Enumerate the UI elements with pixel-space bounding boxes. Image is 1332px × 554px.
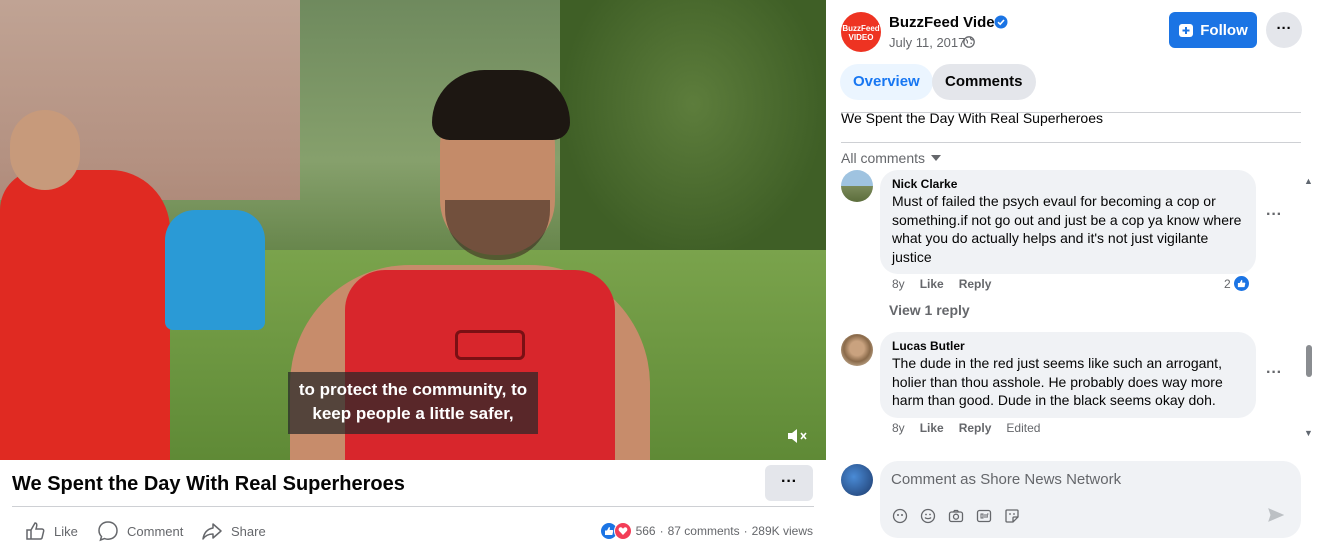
video-title: We Spent the Day With Real Superheroes xyxy=(12,473,405,495)
post-actions: Like Comment Share 566 · 87 comments · 2… xyxy=(0,514,826,548)
comments-list[interactable]: Nick Clarke Must of failed the psych eva… xyxy=(826,168,1332,440)
comment-age[interactable]: 8y xyxy=(892,277,905,291)
globe-icon xyxy=(963,36,975,48)
follow-icon xyxy=(1179,24,1194,37)
edited-label: Edited xyxy=(1006,421,1041,435)
comment-like-button[interactable]: Like xyxy=(920,421,944,435)
comment-author[interactable]: Nick Clarke xyxy=(892,177,1244,191)
more-options-button[interactable]: ··· xyxy=(765,465,813,501)
love-reaction-icon[interactable] xyxy=(613,522,632,540)
post-date[interactable]: July 11, 2017 · xyxy=(889,35,973,50)
scroll-up-arrow-icon[interactable]: ▲ xyxy=(1304,176,1313,186)
scroll-down-arrow-icon[interactable]: ▼ xyxy=(1304,428,1313,438)
share-button[interactable]: Share xyxy=(201,520,266,542)
comment-text: The dude in the red just seems like such… xyxy=(892,355,1223,408)
video-caption: to protect the community, to keep people… xyxy=(288,372,538,434)
view-replies-link[interactable]: View 1 reply xyxy=(889,302,970,318)
like-reaction-icon xyxy=(1232,275,1250,292)
scrollbar-thumb[interactable] xyxy=(1306,345,1312,377)
like-label: Like xyxy=(54,523,78,539)
video-title-row: We Spent the Day With Real Superheroes ·… xyxy=(0,460,826,508)
avatar-sticker-icon[interactable] xyxy=(891,507,909,525)
comment-text: Must of failed the psych evaul for becom… xyxy=(892,193,1242,265)
comment-reaction-count: 2 xyxy=(1224,276,1231,291)
follow-label: Follow xyxy=(1200,21,1248,39)
sticker-icon[interactable] xyxy=(1003,507,1021,525)
comment-label: Comment xyxy=(127,523,184,539)
caption-line-2: keep people a little safer, xyxy=(312,404,514,423)
divider xyxy=(12,506,814,507)
comment-reply-button[interactable]: Reply xyxy=(959,421,992,435)
background-trees xyxy=(560,0,826,260)
vest-logo xyxy=(455,330,525,360)
current-user-avatar[interactable] xyxy=(841,464,873,496)
follow-button[interactable]: Follow xyxy=(1169,12,1257,48)
caption-line-1: to protect the community, to xyxy=(298,380,528,399)
comment-options-button[interactable]: ··· xyxy=(1266,364,1282,382)
comment-age[interactable]: 8y xyxy=(892,421,905,435)
tab-overview[interactable]: Overview xyxy=(840,64,933,100)
comment-bubble: Nick Clarke Must of failed the psych eva… xyxy=(880,170,1256,274)
video-description: We Spent the Day With Real Superheroes xyxy=(841,110,1103,126)
post-stats: 566 · 87 comments · 289K views xyxy=(599,522,813,540)
tab-comments[interactable]: Comments xyxy=(932,64,1036,100)
logo-text-2: VIDEO xyxy=(848,33,874,42)
composer-tools xyxy=(891,507,1021,525)
comment-reactions[interactable]: 2 xyxy=(1224,275,1250,292)
reactions-count[interactable]: 566 xyxy=(636,524,656,538)
comment-input[interactable]: Comment as Shore News Network xyxy=(891,471,1121,488)
logo-text-1: BuzzFeed xyxy=(842,24,880,33)
video-player[interactable]: to protect the community, to keep people… xyxy=(0,0,826,460)
comment-icon xyxy=(98,521,118,542)
man-hair xyxy=(432,70,570,140)
like-button[interactable]: Like xyxy=(24,520,78,542)
comment-filter[interactable]: All comments xyxy=(841,150,942,166)
video-post: to protect the community, to keep people… xyxy=(0,0,826,554)
comment-meta: 8y Like Reply xyxy=(892,277,1006,291)
background-person-head xyxy=(10,110,80,190)
comment-composer[interactable]: Comment as Shore News Network xyxy=(880,461,1301,538)
page-avatar[interactable]: BuzzFeed VIDEO xyxy=(841,12,881,52)
page-options-button[interactable]: ··· xyxy=(1266,12,1302,48)
send-icon[interactable] xyxy=(1268,507,1285,527)
comment-bubble: Lucas Butler The dude in the red just se… xyxy=(880,332,1256,418)
comment-meta: 8y Like Reply Edited xyxy=(892,421,1055,435)
share-label: Share xyxy=(231,523,266,539)
comment-like-button[interactable]: Like xyxy=(920,277,944,291)
background-person-red xyxy=(0,170,170,460)
comment-filter-label: All comments xyxy=(841,150,926,166)
emoji-icon[interactable] xyxy=(919,507,937,525)
avatar[interactable] xyxy=(841,334,873,366)
comments-panel: BuzzFeed VIDEO BuzzFeed Video July 11, 2… xyxy=(826,0,1332,554)
camera-icon[interactable] xyxy=(947,507,965,525)
comment-reply-button[interactable]: Reply xyxy=(959,277,992,291)
gif-icon[interactable] xyxy=(975,507,993,525)
comment-author[interactable]: Lucas Butler xyxy=(892,339,1244,353)
comments-count[interactable]: 87 comments xyxy=(668,524,740,538)
mute-icon[interactable] xyxy=(786,426,810,446)
comment-button[interactable]: Comment xyxy=(97,520,183,542)
comment-options-button[interactable]: ··· xyxy=(1266,206,1282,224)
caret-down-icon xyxy=(931,155,942,161)
verified-badge-icon xyxy=(994,15,1008,29)
page-name[interactable]: BuzzFeed Video xyxy=(889,14,1004,31)
share-icon xyxy=(202,523,222,540)
thumbs-up-icon xyxy=(26,522,45,540)
comments-scrollbar[interactable] xyxy=(1302,174,1314,440)
divider xyxy=(841,142,1301,143)
background-person-blue xyxy=(165,210,265,330)
views-count: 289K views xyxy=(751,524,813,538)
avatar[interactable] xyxy=(841,170,873,202)
